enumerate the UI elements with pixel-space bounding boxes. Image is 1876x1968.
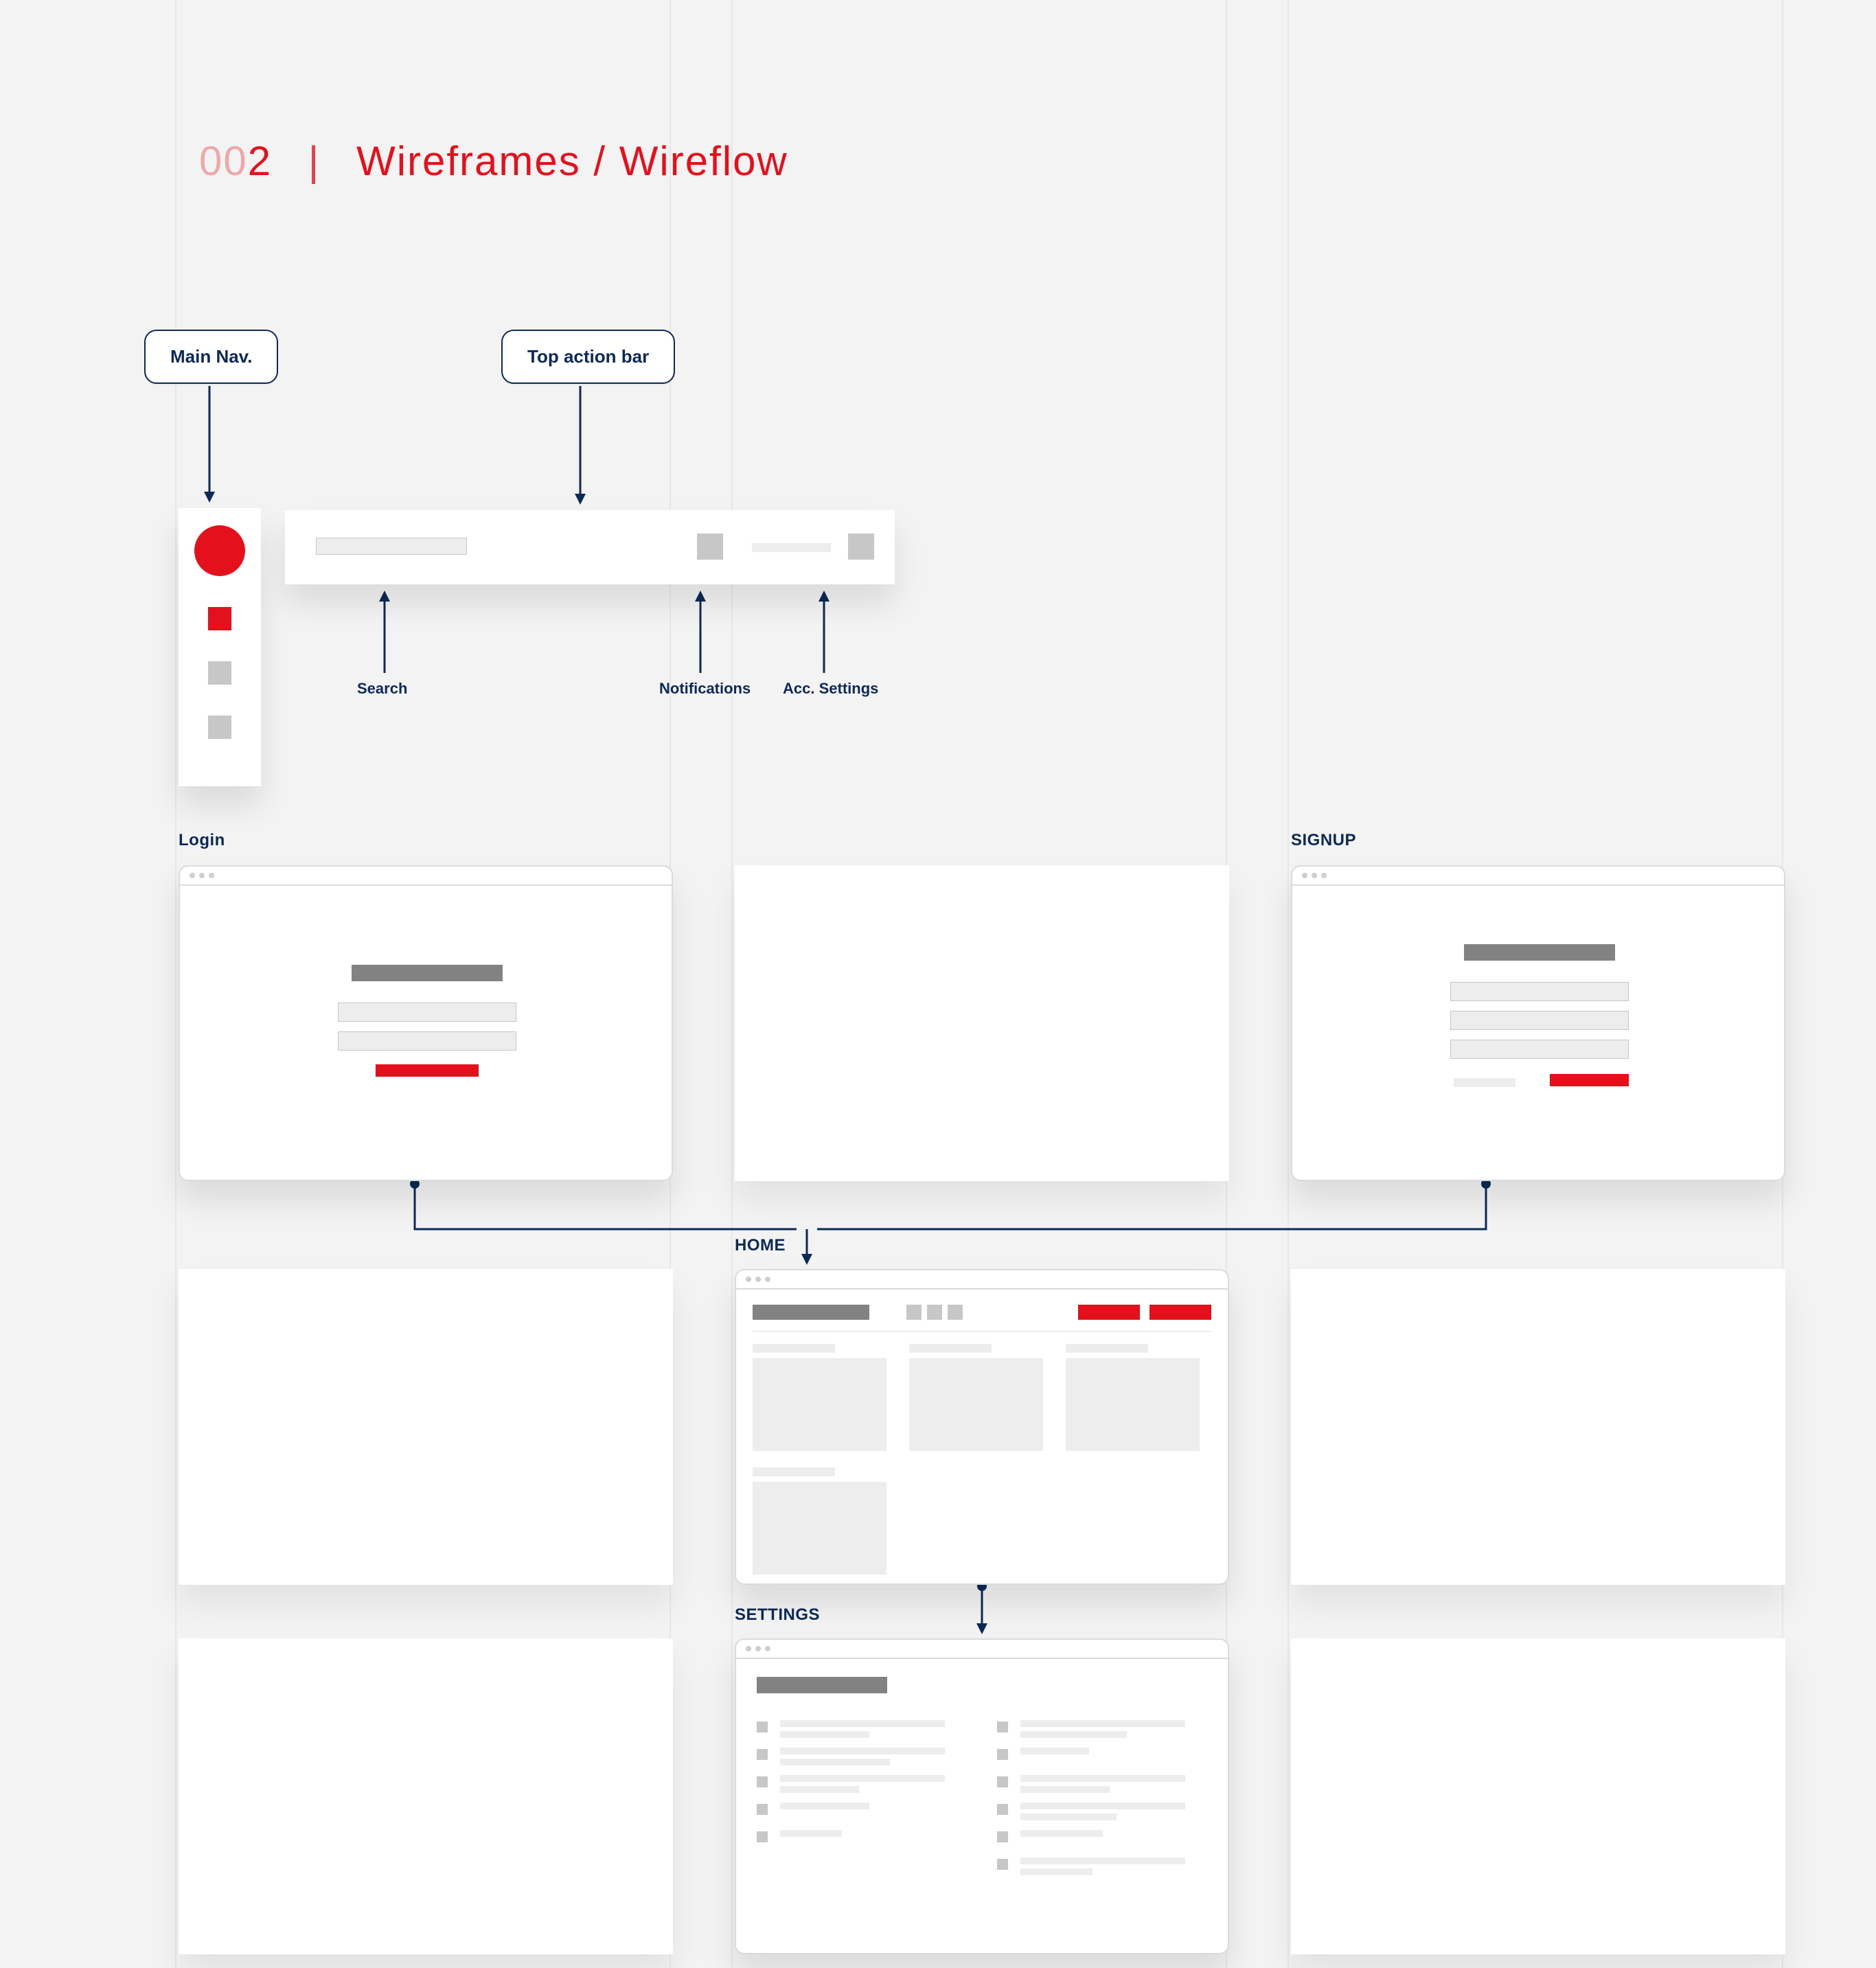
window-chrome <box>736 1270 1228 1290</box>
notifications-icon-placeholder <box>697 534 723 560</box>
blank-panel <box>735 865 1229 1181</box>
nav-item-active <box>208 607 231 630</box>
window-chrome <box>736 1640 1228 1659</box>
label-login: Login <box>179 831 225 850</box>
top-action-bar-thumbnail <box>285 510 895 584</box>
search-input-placeholder <box>316 538 467 555</box>
settings-heading-placeholder <box>757 1677 887 1693</box>
card-placeholder <box>909 1358 1043 1451</box>
card-caption <box>909 1344 992 1353</box>
blank-panel <box>179 1269 673 1585</box>
home-cta-placeholder <box>1149 1305 1211 1320</box>
label-home: HOME <box>735 1236 786 1255</box>
window-signup <box>1291 865 1785 1181</box>
label-signup: SIGNUP <box>1291 831 1356 850</box>
signup-heading-placeholder <box>1464 944 1615 961</box>
card-placeholder <box>753 1358 886 1451</box>
card-caption <box>753 1344 835 1353</box>
window-chrome <box>180 867 672 886</box>
label-settings: SETTINGS <box>735 1605 820 1625</box>
signup-field-placeholder <box>1450 1040 1629 1059</box>
window-settings <box>735 1638 1229 1954</box>
card-caption <box>1066 1344 1148 1353</box>
home-filter-icons <box>906 1305 968 1323</box>
login-submit-placeholder <box>376 1064 479 1077</box>
login-heading-placeholder <box>352 965 503 981</box>
window-login <box>179 865 673 1181</box>
blank-panel <box>1291 1269 1785 1585</box>
callout-main-nav: Main Nav. <box>144 330 278 384</box>
login-field-placeholder <box>338 1031 516 1051</box>
home-heading-placeholder <box>753 1305 869 1320</box>
page-title: 002 | Wireframes / Wireflow <box>199 137 788 185</box>
settings-column <box>757 1717 963 1855</box>
blank-panel <box>1291 1638 1785 1954</box>
blank-panel <box>179 1638 673 1954</box>
wireflow-page: 002 | Wireframes / Wireflow Main Nav. To… <box>0 0 1876 1968</box>
nav-item <box>208 661 231 685</box>
signup-field-placeholder <box>1450 982 1629 1001</box>
window-home <box>735 1269 1229 1585</box>
settings-column <box>997 1717 1203 1882</box>
title-separator: | <box>308 138 321 184</box>
signup-secondary-link-placeholder <box>1454 1078 1515 1087</box>
main-nav-thumbnail <box>179 508 261 786</box>
callout-top-action-bar: Top action bar <box>501 330 675 384</box>
sublabel-account: Acc. Settings <box>783 680 878 698</box>
nav-item <box>208 716 231 739</box>
nav-logo-placeholder <box>194 525 245 576</box>
sublabel-notifications: Notifications <box>659 680 751 698</box>
home-cta-placeholder <box>1078 1305 1140 1320</box>
divider <box>753 1331 1211 1332</box>
signup-submit-placeholder <box>1550 1074 1629 1086</box>
page-title-text: Wireframes / Wireflow <box>356 138 788 184</box>
window-chrome <box>1292 867 1784 886</box>
card-placeholder <box>753 1482 886 1575</box>
login-field-placeholder <box>338 1003 516 1022</box>
account-settings-icon-placeholder <box>848 534 874 560</box>
page-number: 2 <box>248 138 272 184</box>
card-placeholder <box>1066 1358 1200 1451</box>
signup-field-placeholder <box>1450 1011 1629 1030</box>
sublabel-search: Search <box>357 680 407 698</box>
username-placeholder <box>752 543 831 552</box>
card-caption <box>753 1467 835 1476</box>
page-number-prefix: 00 <box>199 138 248 184</box>
